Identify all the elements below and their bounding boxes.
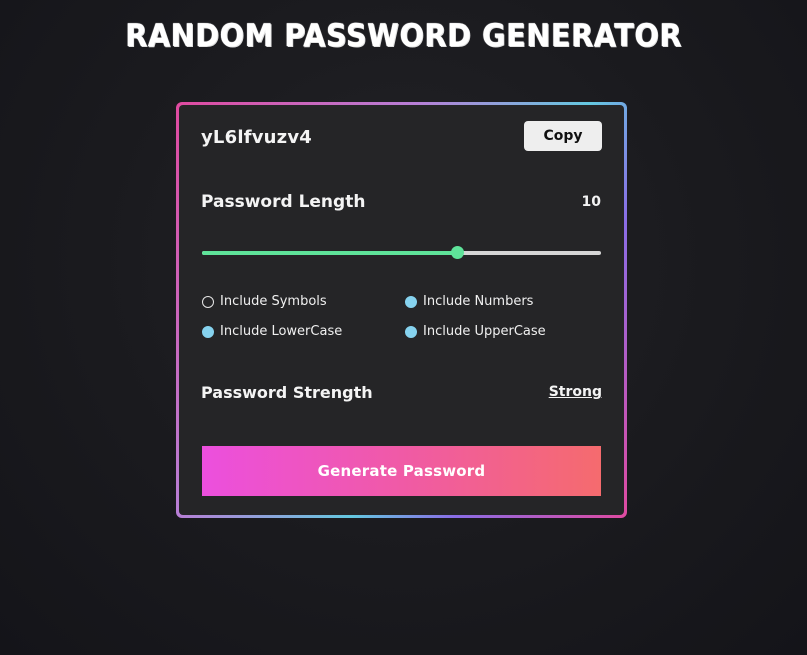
option-include-uppercase[interactable]: Include UpperCase	[405, 324, 546, 339]
option-label: Include Symbols	[220, 294, 327, 309]
option-label: Include LowerCase	[220, 324, 343, 339]
option-include-symbols[interactable]: Include Symbols	[202, 294, 327, 309]
generator-card: yL6lfvuzv4 Copy Password Length 10 Inclu…	[179, 105, 624, 515]
option-include-numbers[interactable]: Include Numbers	[405, 294, 533, 309]
password-output: yL6lfvuzv4	[201, 127, 313, 148]
page-title: RANDOM PASSWORD GENERATOR	[125, 18, 682, 54]
password-strength-label: Password Strength	[201, 383, 373, 402]
option-label: Include Numbers	[423, 294, 534, 309]
length-slider-thumb[interactable]	[451, 246, 465, 259]
password-strength-value: Strong	[548, 384, 602, 400]
password-length-value: 10	[581, 194, 601, 210]
radio-icon[interactable]	[405, 325, 417, 338]
length-slider[interactable]	[202, 246, 601, 259]
generator-card-border: yL6lfvuzv4 Copy Password Length 10 Inclu…	[176, 102, 627, 518]
radio-icon[interactable]	[202, 325, 214, 338]
option-label: Include UpperCase	[423, 324, 546, 339]
length-slider-fill	[202, 251, 458, 255]
radio-icon[interactable]	[202, 295, 214, 308]
radio-icon[interactable]	[405, 295, 417, 308]
option-include-lowercase[interactable]: Include LowerCase	[202, 324, 342, 339]
password-length-label: Password Length	[201, 192, 366, 212]
copy-button[interactable]: Copy	[524, 121, 602, 151]
generate-password-button[interactable]: Generate Password	[202, 446, 601, 496]
